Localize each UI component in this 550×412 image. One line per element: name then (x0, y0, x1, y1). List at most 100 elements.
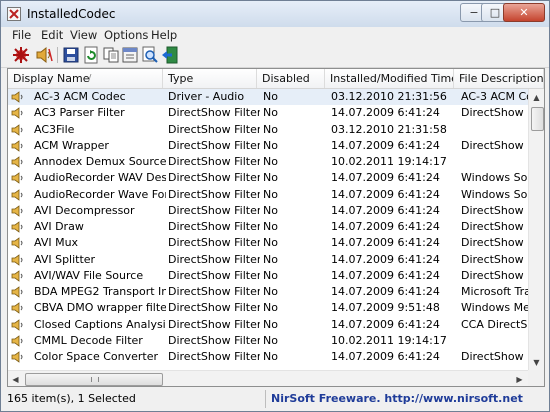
speaker-icon (11, 204, 23, 217)
table-row[interactable]: AC3File DirectShow Filter No 03.12.2010 21:… (8, 122, 528, 138)
cell-type: DirectShow Filter (168, 236, 260, 250)
cell-display-name: Color Space Converter (34, 350, 159, 363)
speaker-icon (11, 156, 23, 168)
close-button[interactable]: ✕ (503, 3, 545, 22)
enable-selected-icon[interactable] (35, 46, 53, 64)
menu-view[interactable]: View (70, 28, 97, 42)
speaker-icon (11, 91, 23, 103)
column-header-type[interactable]: Type (163, 69, 257, 88)
scroll-grip (91, 377, 99, 382)
cell-installed-time: 14.07.2009 6:41:24 (331, 317, 440, 331)
cell-disabled: No (263, 155, 278, 168)
table-row[interactable]: Color Space Converter DirectShow Filter No… (8, 349, 528, 365)
table-row[interactable]: AVI Mux DirectShow Filter No 14.07.2009 6:4… (8, 235, 528, 251)
table-row[interactable]: AVI/WAV File Source DirectShow Filter No 14… (8, 268, 528, 284)
scroll-down-icon: ▼ (533, 357, 540, 367)
title-bar[interactable]: InstalledCodec − □ ✕ (1, 1, 549, 27)
save-icon[interactable] (62, 46, 80, 64)
codec-list[interactable]: Display Name / Type Disabled Installed/M… (7, 68, 545, 387)
table-row[interactable]: AudioRecorder WAV Dest DirectShow Filter N… (8, 170, 528, 186)
speaker-icon (11, 302, 23, 315)
menu-options[interactable]: Options (104, 28, 148, 42)
cell-installed-time: 10.02.2011 19:14:17 (331, 333, 447, 347)
status-item-count: 165 item(s), 1 Selected (7, 392, 136, 405)
cell-display-name: ACM Wrapper (34, 138, 109, 152)
scroll-right-button[interactable]: ▶ (512, 371, 527, 386)
cell-file-description (461, 333, 528, 349)
find-icon[interactable] (141, 46, 159, 64)
cell-display-name: AC-3 ACM Codec (34, 90, 126, 103)
properties-icon[interactable] (121, 46, 139, 64)
nirsoft-link[interactable]: NirSoft Freeware. http://www.nirsoft.net (271, 392, 523, 405)
cell-file-description: Windows Media (461, 301, 528, 315)
exit-icon[interactable] (161, 46, 179, 64)
vertical-scroll-thumb[interactable] (531, 107, 544, 131)
table-row[interactable]: AC3 Parser Filter DirectShow Filter No 14.0… (8, 105, 528, 121)
cell-installed-time: 14.07.2009 9:51:48 (331, 301, 440, 315)
table-row[interactable]: BDA MPEG2 Transport Infor...DirectShow F… (8, 284, 528, 300)
cell-display-name: AVI Draw (34, 220, 84, 233)
copy-icon[interactable] (102, 46, 120, 64)
list-header: Display Name / Type Disabled Installed/M… (8, 69, 544, 89)
column-header-label: Type (168, 72, 194, 85)
table-row[interactable]: CBVA DMO wrapper filter DirectShow Filter… (8, 300, 528, 316)
column-header-file-description[interactable]: File Description (454, 69, 544, 88)
cell-disabled: No (263, 138, 278, 152)
disable-selected-icon[interactable] (12, 46, 30, 64)
column-header-label: File Description (459, 72, 544, 85)
column-header-display-name[interactable]: Display Name / (8, 69, 163, 88)
cell-disabled: No (263, 220, 278, 233)
speaker-icon (11, 351, 23, 363)
table-row[interactable]: ACM Wrapper DirectShow Filter No 14.07.2009… (8, 138, 528, 154)
menu-edit[interactable]: Edit (41, 28, 63, 42)
column-header-disabled[interactable]: Disabled (257, 69, 325, 88)
scroll-up-button[interactable]: ▲ (529, 89, 544, 105)
cell-file-description: Windows Sound (461, 187, 528, 201)
speaker-icon (11, 107, 23, 120)
cell-installed-time: 14.07.2009 6:41:24 (331, 187, 440, 201)
cell-display-name: AC3 Parser Filter (34, 106, 125, 120)
speaker-icon (11, 221, 23, 233)
menu-help[interactable]: Help (151, 28, 177, 42)
cell-disabled: No (263, 187, 278, 201)
cell-disabled: No (263, 268, 278, 282)
menu-file[interactable]: File (12, 28, 31, 42)
cell-installed-time: 14.07.2009 6:41:24 (331, 203, 440, 217)
scroll-corner (528, 370, 544, 386)
cell-disabled: No (263, 171, 278, 185)
table-row[interactable]: AudioRecorder Wave Form DirectShow Filter… (8, 187, 528, 203)
column-header-installed-time[interactable]: Installed/Modified Time (325, 69, 454, 88)
cell-disabled: No (263, 106, 278, 120)
scroll-right-icon: ▶ (516, 374, 523, 384)
table-row[interactable]: AC-3 ACM Codec Driver - Audio No 03.12.2010… (8, 89, 528, 106)
refresh-icon[interactable] (82, 46, 100, 64)
cell-display-name: AudioRecorder WAV Dest (34, 171, 166, 185)
cell-disabled: No (263, 285, 278, 298)
cell-display-name: Closed Captions Analysis Fil... (34, 317, 166, 331)
table-row[interactable]: CMML Decode Filter DirectShow Filter No 10.… (8, 333, 528, 349)
table-row[interactable]: Closed Captions Analysis Fil...DirectSho… (8, 317, 528, 333)
speaker-icon (11, 253, 23, 266)
cell-installed-time: 14.07.2009 6:41:24 (331, 138, 440, 152)
table-row[interactable]: AVI Draw DirectShow Filter No 14.07.2009 6:… (8, 219, 528, 235)
scroll-down-button[interactable]: ▼ (529, 354, 544, 370)
cell-file-description: Windows Sound (461, 171, 528, 185)
speaker-icon (11, 237, 23, 250)
scroll-up-icon: ▲ (533, 92, 540, 102)
column-header-label: Installed/Modified Time (330, 72, 454, 85)
cell-installed-time: 14.07.2009 6:41:24 (331, 106, 440, 120)
cell-disabled: No (263, 203, 278, 217)
speaker-icon (11, 318, 23, 331)
cell-display-name: CMML Decode Filter (34, 333, 143, 347)
table-row[interactable]: Annodex Demux Source FilterDirectShow Fi… (8, 154, 528, 170)
table-row[interactable]: AVI Decompressor DirectShow Filter No 14.07… (8, 203, 528, 219)
column-header-label: Disabled (262, 72, 310, 85)
cell-type: DirectShow Filter (168, 106, 260, 120)
horizontal-scroll-thumb[interactable] (25, 373, 163, 386)
cell-installed-time: 03.12.2010 21:31:58 (331, 122, 447, 136)
table-row[interactable]: AVI Splitter DirectShow Filter No 14.07.200… (8, 252, 528, 268)
horizontal-scrollbar[interactable]: ◀ ▶ (8, 370, 528, 386)
vertical-scrollbar[interactable]: ▲ ▼ (528, 89, 544, 370)
cell-installed-time: 14.07.2009 6:41:24 (331, 252, 440, 266)
scroll-left-button[interactable]: ◀ (8, 371, 23, 386)
